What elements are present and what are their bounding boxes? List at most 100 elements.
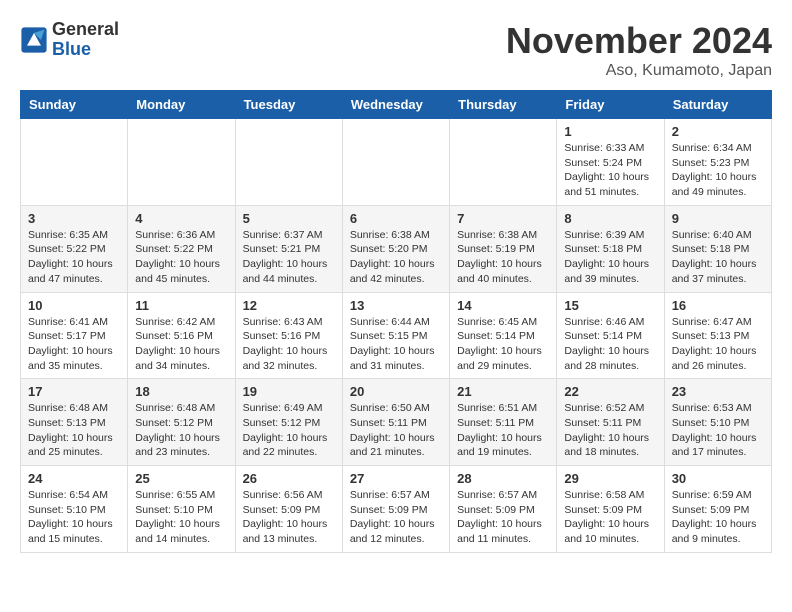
day-info: Sunrise: 6:47 AM Sunset: 5:13 PM Dayligh…	[672, 315, 764, 374]
day-info: Sunrise: 6:58 AM Sunset: 5:09 PM Dayligh…	[564, 488, 656, 547]
calendar-cell: 7 Sunrise: 6:38 AM Sunset: 5:19 PM Daylig…	[450, 205, 557, 292]
day-number: 3	[28, 211, 120, 226]
day-number: 17	[28, 384, 120, 399]
calendar-cell: 11 Sunrise: 6:42 AM Sunset: 5:16 PM Dayli…	[128, 292, 235, 379]
calendar-cell: 25Sunrise: 6:55 AM Sunset: 5:10 PM Dayli…	[128, 466, 235, 553]
day-number: 8	[564, 211, 656, 226]
calendar-cell: 3Sunrise: 6:35 AM Sunset: 5:22 PM Daylig…	[21, 205, 128, 292]
day-number: 11	[135, 298, 227, 313]
day-number: 16	[672, 298, 764, 313]
calendar-cell: 23Sunrise: 6:53 AM Sunset: 5:10 PM Dayli…	[664, 379, 771, 466]
day-info: Sunrise: 6:51 AM Sunset: 5:11 PM Dayligh…	[457, 401, 549, 460]
calendar-cell: 16 Sunrise: 6:47 AM Sunset: 5:13 PM Dayli…	[664, 292, 771, 379]
calendar-week-row: 17 Sunrise: 6:48 AM Sunset: 5:13 PM Dayli…	[21, 379, 772, 466]
header: General Blue November 2024 Aso, Kumamoto…	[20, 20, 772, 80]
calendar-cell	[235, 119, 342, 206]
calendar-cell: 14 Sunrise: 6:45 AM Sunset: 5:14 PM Dayli…	[450, 292, 557, 379]
calendar-cell: 26Sunrise: 6:56 AM Sunset: 5:09 PM Dayli…	[235, 466, 342, 553]
day-info: Sunrise: 6:34 AM Sunset: 5:23 PM Dayligh…	[672, 141, 764, 200]
day-number: 5	[243, 211, 335, 226]
calendar-cell: 17 Sunrise: 6:48 AM Sunset: 5:13 PM Dayli…	[21, 379, 128, 466]
day-info: Sunrise: 6:48 AM Sunset: 5:13 PM Dayligh…	[28, 401, 120, 460]
day-number: 12	[243, 298, 335, 313]
calendar-cell	[342, 119, 449, 206]
day-number: 9	[672, 211, 764, 226]
day-number: 15	[564, 298, 656, 313]
location-subtitle: Aso, Kumamoto, Japan	[506, 62, 772, 80]
day-info: Sunrise: 6:44 AM Sunset: 5:15 PM Dayligh…	[350, 315, 442, 374]
calendar-cell: 21Sunrise: 6:51 AM Sunset: 5:11 PM Dayli…	[450, 379, 557, 466]
day-number: 14	[457, 298, 549, 313]
day-info: Sunrise: 6:41 AM Sunset: 5:17 PM Dayligh…	[28, 315, 120, 374]
day-number: 28	[457, 471, 549, 486]
day-number: 30	[672, 471, 764, 486]
day-info: Sunrise: 6:40 AM Sunset: 5:18 PM Dayligh…	[672, 228, 764, 287]
calendar-cell: 29 Sunrise: 6:58 AM Sunset: 5:09 PM Dayli…	[557, 466, 664, 553]
day-number: 22	[564, 384, 656, 399]
day-number: 18	[135, 384, 227, 399]
weekday-header: Wednesday	[342, 91, 449, 119]
day-info: Sunrise: 6:37 AM Sunset: 5:21 PM Dayligh…	[243, 228, 335, 287]
day-number: 6	[350, 211, 442, 226]
day-info: Sunrise: 6:42 AM Sunset: 5:16 PM Dayligh…	[135, 315, 227, 374]
day-info: Sunrise: 6:52 AM Sunset: 5:11 PM Dayligh…	[564, 401, 656, 460]
day-number: 19	[243, 384, 335, 399]
calendar-cell: 19Sunrise: 6:49 AM Sunset: 5:12 PM Dayli…	[235, 379, 342, 466]
calendar-cell: 20 Sunrise: 6:50 AM Sunset: 5:11 PM Dayli…	[342, 379, 449, 466]
day-info: Sunrise: 6:55 AM Sunset: 5:10 PM Dayligh…	[135, 488, 227, 547]
day-info: Sunrise: 6:50 AM Sunset: 5:11 PM Dayligh…	[350, 401, 442, 460]
day-number: 23	[672, 384, 764, 399]
weekday-header: Thursday	[450, 91, 557, 119]
calendar-week-row: 3Sunrise: 6:35 AM Sunset: 5:22 PM Daylig…	[21, 205, 772, 292]
logo-general-text: General	[52, 20, 119, 40]
calendar-cell: 15 Sunrise: 6:46 AM Sunset: 5:14 PM Dayli…	[557, 292, 664, 379]
day-info: Sunrise: 6:46 AM Sunset: 5:14 PM Dayligh…	[564, 315, 656, 374]
logo-icon	[20, 26, 48, 54]
calendar-cell: 12Sunrise: 6:43 AM Sunset: 5:16 PM Dayli…	[235, 292, 342, 379]
day-number: 27	[350, 471, 442, 486]
day-info: Sunrise: 6:38 AM Sunset: 5:20 PM Dayligh…	[350, 228, 442, 287]
calendar-cell	[21, 119, 128, 206]
weekday-header: Saturday	[664, 91, 771, 119]
month-title: November 2024	[506, 20, 772, 62]
calendar-cell	[450, 119, 557, 206]
calendar-cell	[128, 119, 235, 206]
calendar-week-row: 10 Sunrise: 6:41 AM Sunset: 5:17 PM Dayli…	[21, 292, 772, 379]
calendar-cell: 1 Sunrise: 6:33 AM Sunset: 5:24 PM Daylig…	[557, 119, 664, 206]
day-info: Sunrise: 6:36 AM Sunset: 5:22 PM Dayligh…	[135, 228, 227, 287]
day-number: 24	[28, 471, 120, 486]
logo: General Blue	[20, 20, 119, 60]
day-number: 29	[564, 471, 656, 486]
calendar-cell: 8 Sunrise: 6:39 AM Sunset: 5:18 PM Daylig…	[557, 205, 664, 292]
calendar-table: SundayMondayTuesdayWednesdayThursdayFrid…	[20, 90, 772, 553]
day-info: Sunrise: 6:57 AM Sunset: 5:09 PM Dayligh…	[350, 488, 442, 547]
weekday-header: Sunday	[21, 91, 128, 119]
logo-blue-text: Blue	[52, 40, 119, 60]
day-info: Sunrise: 6:45 AM Sunset: 5:14 PM Dayligh…	[457, 315, 549, 374]
day-number: 4	[135, 211, 227, 226]
calendar-cell: 10 Sunrise: 6:41 AM Sunset: 5:17 PM Dayli…	[21, 292, 128, 379]
day-info: Sunrise: 6:33 AM Sunset: 5:24 PM Dayligh…	[564, 141, 656, 200]
calendar-cell: 2Sunrise: 6:34 AM Sunset: 5:23 PM Daylig…	[664, 119, 771, 206]
calendar-cell: 9 Sunrise: 6:40 AM Sunset: 5:18 PM Daylig…	[664, 205, 771, 292]
calendar-cell: 5 Sunrise: 6:37 AM Sunset: 5:21 PM Daylig…	[235, 205, 342, 292]
day-info: Sunrise: 6:57 AM Sunset: 5:09 PM Dayligh…	[457, 488, 549, 547]
calendar-cell: 30Sunrise: 6:59 AM Sunset: 5:09 PM Dayli…	[664, 466, 771, 553]
day-info: Sunrise: 6:38 AM Sunset: 5:19 PM Dayligh…	[457, 228, 549, 287]
calendar-week-row: 1 Sunrise: 6:33 AM Sunset: 5:24 PM Daylig…	[21, 119, 772, 206]
calendar-cell: 18 Sunrise: 6:48 AM Sunset: 5:12 PM Dayli…	[128, 379, 235, 466]
calendar-cell: 13Sunrise: 6:44 AM Sunset: 5:15 PM Dayli…	[342, 292, 449, 379]
weekday-header: Monday	[128, 91, 235, 119]
calendar-cell: 22 Sunrise: 6:52 AM Sunset: 5:11 PM Dayli…	[557, 379, 664, 466]
day-number: 10	[28, 298, 120, 313]
day-number: 7	[457, 211, 549, 226]
day-number: 26	[243, 471, 335, 486]
day-info: Sunrise: 6:39 AM Sunset: 5:18 PM Dayligh…	[564, 228, 656, 287]
day-number: 20	[350, 384, 442, 399]
day-number: 1	[564, 124, 656, 139]
calendar-header-row: SundayMondayTuesdayWednesdayThursdayFrid…	[21, 91, 772, 119]
calendar-cell: 28 Sunrise: 6:57 AM Sunset: 5:09 PM Dayli…	[450, 466, 557, 553]
weekday-header: Friday	[557, 91, 664, 119]
day-info: Sunrise: 6:54 AM Sunset: 5:10 PM Dayligh…	[28, 488, 120, 547]
day-info: Sunrise: 6:48 AM Sunset: 5:12 PM Dayligh…	[135, 401, 227, 460]
